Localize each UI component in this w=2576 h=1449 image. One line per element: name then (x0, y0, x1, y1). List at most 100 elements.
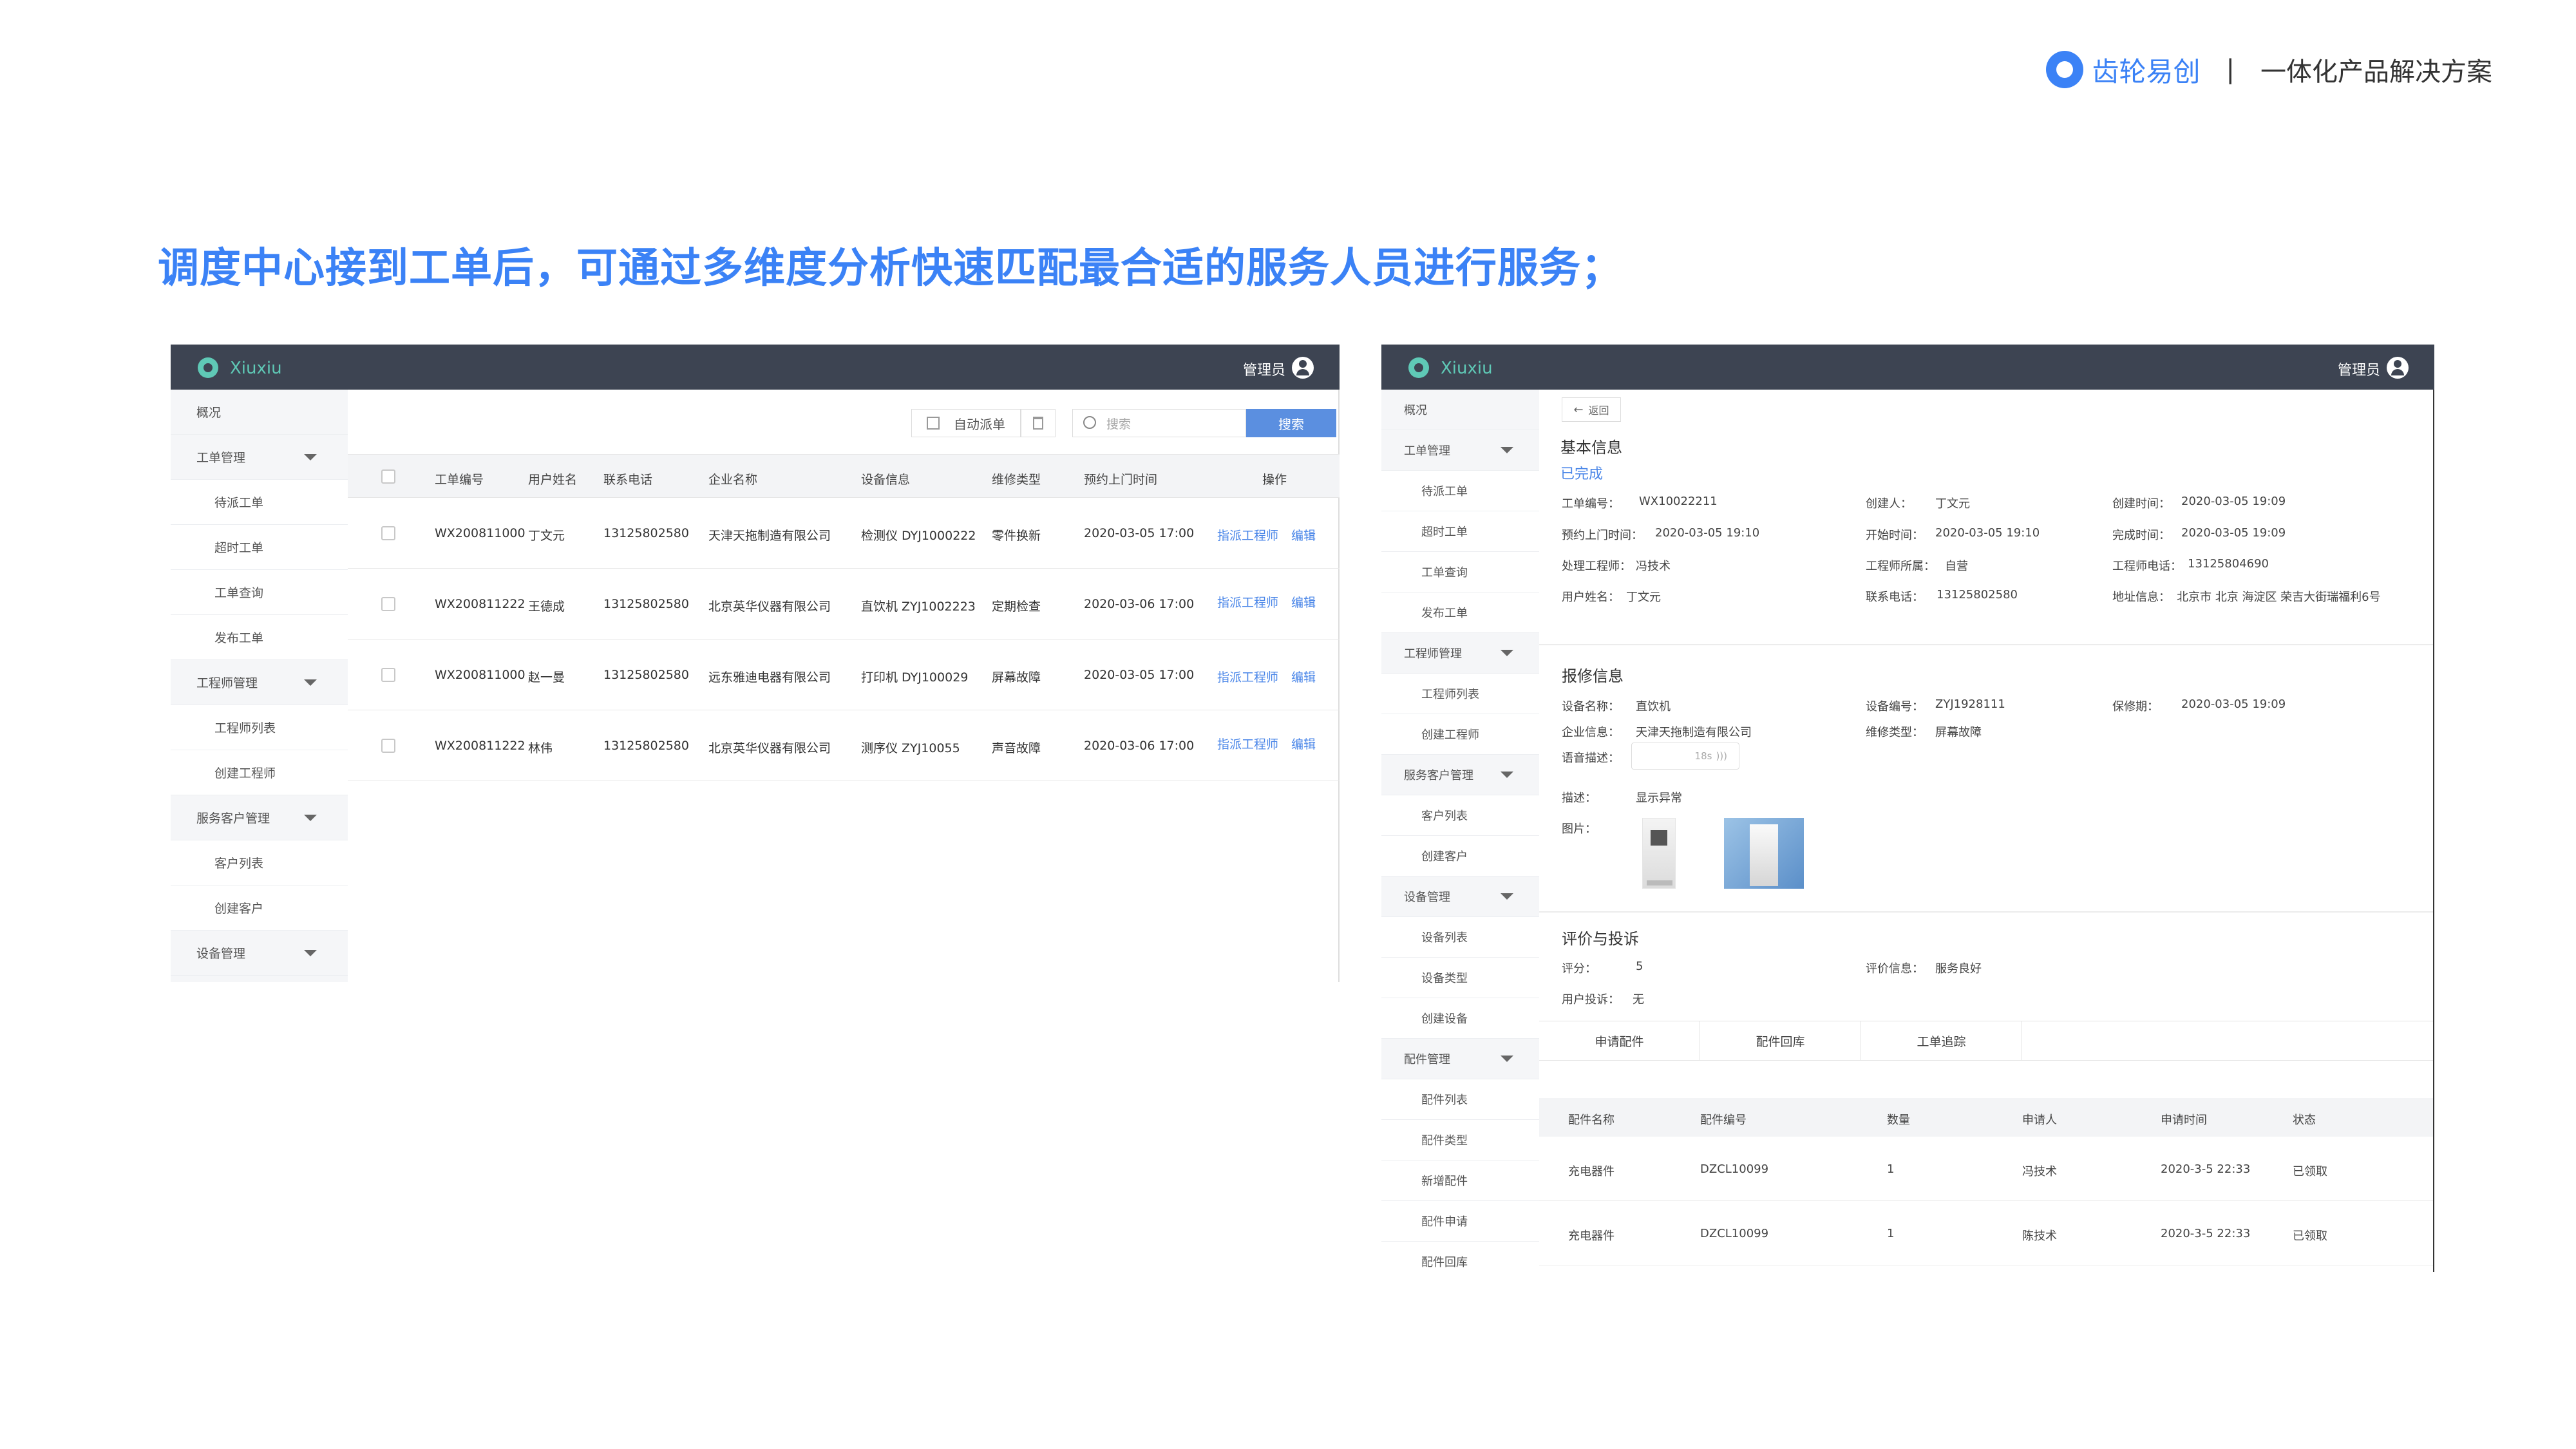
user-avatar-icon[interactable] (1292, 357, 1314, 379)
sidebar-item-label: 发布工单 (1421, 607, 1468, 620)
user-name[interactable]: 管理员 (1243, 359, 1285, 379)
sidebar-item[interactable]: 配件管理 (1381, 1039, 1539, 1079)
sidebar-item[interactable]: 设备管理 (171, 931, 348, 976)
user-avatar-icon[interactable] (2387, 357, 2409, 379)
table-row[interactable]: 充电器件 DZCL10099 1 冯技术 2020-3-5 22:33 已领取 (1539, 1137, 2433, 1201)
voice-label: 语音描述： (1562, 752, 1620, 765)
sidebar-item[interactable]: 发布工单 (1381, 592, 1539, 633)
sidebar-item[interactable]: 工程师列表 (1381, 674, 1539, 714)
sidebar-item[interactable]: 概况 (1381, 390, 1539, 430)
back-button[interactable]: ← 返回 (1562, 397, 1621, 422)
sidebar-item[interactable]: 配件回库 (1381, 1242, 1539, 1272)
eng-phone-label: 工程师电话： (2112, 560, 2182, 573)
sidebar-item[interactable]: 配件申请 (1381, 1201, 1539, 1242)
tab-apply-parts[interactable]: 申请配件 (1539, 1021, 1700, 1060)
dispatch-list-window: Xiuxiu 管理员 概况 工单管理 待派工单 超时工单 工单查询 发布工单 工程师管理 工程… (171, 345, 1340, 982)
cell-appointment: 2020-03-05 17:00 (1084, 526, 1195, 540)
chevron-down-icon (304, 454, 317, 460)
assign-engineer-link[interactable]: 指派工程师 (1217, 593, 1278, 611)
edit-link[interactable]: 编辑 (1291, 735, 1316, 752)
phone-value: 13125802580 (1937, 588, 2018, 601)
table-row[interactable]: WX200811000 丁文元 13125802580 天津天拖制造有限公司 检测仪 D… (348, 498, 1340, 569)
table-row[interactable]: WX200811222 王德成 13125802580 北京英华仪器有限公司 直饮机 Z… (348, 569, 1340, 639)
window-edge (2433, 390, 2434, 1272)
sidebar-item[interactable]: 发布工单 (171, 615, 348, 660)
sidebar-item-label: 工程师列表 (214, 721, 276, 735)
tab-order-tracking[interactable]: 工单追踪 (1861, 1021, 2022, 1060)
device-photo-1[interactable] (1642, 818, 1676, 889)
select-all-checkbox[interactable] (381, 469, 395, 484)
row-checkbox[interactable] (381, 668, 395, 682)
search-input[interactable]: 搜索 (1072, 409, 1246, 437)
sidebar-item[interactable]: 工程师管理 (171, 660, 348, 705)
sidebar-item[interactable]: 创建客户 (1381, 836, 1539, 876)
sidebar-item[interactable]: 超时工单 (171, 525, 348, 570)
assign-engineer-link[interactable]: 指派工程师 (1217, 526, 1278, 544)
delete-button[interactable] (1021, 409, 1056, 437)
col-part-no: 配件编号 (1700, 1113, 1747, 1127)
sidebar-item-label: 配件回库 (1421, 1256, 1468, 1269)
sidebar-item[interactable]: 服务客户管理 (171, 795, 348, 840)
sidebar-item[interactable]: 配件类型 (1381, 1120, 1539, 1160)
search-button[interactable]: 搜索 (1246, 409, 1336, 437)
score-value: 5 (1636, 960, 1643, 973)
col-part-name: 配件名称 (1568, 1113, 1615, 1127)
col-user-name: 用户姓名 (528, 473, 578, 487)
sidebar-item[interactable]: 待派工单 (1381, 471, 1539, 511)
row-checkbox[interactable] (381, 739, 395, 753)
voice-player[interactable]: 18s ))) (1631, 743, 1739, 770)
affil-label: 工程师所属： (1866, 560, 1935, 573)
sidebar-item[interactable]: 超时工单 (1381, 511, 1539, 552)
user-name[interactable]: 管理员 (2338, 359, 2380, 379)
sound-wave-icon: ))) (1716, 750, 1727, 762)
sidebar-item[interactable]: 工单查询 (1381, 552, 1539, 592)
cell-quantity: 1 (1887, 1227, 1895, 1240)
sidebar-item[interactable]: 服务客户管理 (1381, 755, 1539, 795)
col-status: 状态 (2293, 1113, 2316, 1127)
sidebar-item[interactable]: 客户列表 (171, 840, 348, 886)
sidebar-item[interactable]: 配件列表 (1381, 1079, 1539, 1120)
sidebar-item[interactable]: 设备管理 (1381, 876, 1539, 917)
creator-value: 丁文元 (1935, 497, 1970, 511)
tab-parts-return[interactable]: 配件回库 (1700, 1021, 1861, 1060)
table-row[interactable]: 充电器件 DZCL10099 1 陈技术 2020-3-5 22:33 已领取 (1539, 1201, 2433, 1265)
cell-apply-time: 2020-3-5 22:33 (2161, 1162, 2251, 1176)
cell-part-no: DZCL10099 (1700, 1162, 1769, 1176)
table-row[interactable]: WX200811000 赵一曼 13125802580 远东雅迪电器有限公司 打印机 D… (348, 639, 1340, 710)
sidebar-item[interactable]: 概况 (171, 390, 348, 435)
sidebar-item[interactable]: 工程师列表 (171, 705, 348, 750)
cell-apply-time: 2020-3-5 22:33 (2161, 1227, 2251, 1240)
edit-link[interactable]: 编辑 (1291, 668, 1316, 685)
sidebar-item[interactable]: 工单查询 (171, 570, 348, 615)
cell-appointment: 2020-03-05 17:00 (1084, 668, 1195, 682)
sidebar-item[interactable]: 创建工程师 (1381, 714, 1539, 755)
sidebar-item-label: 配件类型 (1421, 1134, 1468, 1148)
row-checkbox[interactable] (381, 526, 395, 540)
device-photo-2[interactable] (1724, 818, 1804, 889)
assign-engineer-link[interactable]: 指派工程师 (1217, 668, 1278, 685)
sidebar-item[interactable]: 创建客户 (171, 886, 348, 931)
table-row[interactable]: WX200811222 林伟 13125802580 北京英华仪器有限公司 测序仪 ZY… (348, 710, 1340, 781)
sidebar-item[interactable]: 创建设备 (1381, 998, 1539, 1039)
edit-link[interactable]: 编辑 (1291, 526, 1316, 544)
sidebar-item[interactable]: 客户列表 (1381, 795, 1539, 836)
sidebar-item-label: 概况 (1404, 404, 1427, 417)
auto-dispatch-button[interactable]: 自动派单 (911, 409, 1021, 437)
sidebar-item[interactable]: 设备列表 (1381, 917, 1539, 958)
edit-link[interactable]: 编辑 (1291, 593, 1316, 611)
start-label: 开始时间： (1866, 529, 1924, 542)
sidebar-item[interactable]: 工单管理 (1381, 430, 1539, 471)
sidebar-item[interactable]: 设备类型 (1381, 958, 1539, 998)
sidebar-item-label: 配件管理 (1404, 1053, 1450, 1066)
detail-tabs: 申请配件 配件回库 工单追踪 (1539, 1021, 2433, 1061)
row-checkbox[interactable] (381, 597, 395, 611)
assign-engineer-link[interactable]: 指派工程师 (1217, 735, 1278, 752)
sidebar-item[interactable]: 工程师管理 (1381, 633, 1539, 674)
sidebar-item[interactable]: 新增配件 (1381, 1160, 1539, 1201)
sidebar-item[interactable]: 创建工程师 (171, 750, 348, 795)
sidebar-item[interactable]: 工单管理 (171, 435, 348, 480)
col-repair-type: 维修类型 (992, 473, 1041, 487)
image-label: 图片： (1562, 822, 1596, 836)
sidebar-item[interactable]: 待派工单 (171, 480, 348, 525)
sidebar: 概况 工单管理 待派工单 超时工单 工单查询 发布工单 工程师管理工程师列表创建工程师 服务客… (171, 390, 348, 982)
